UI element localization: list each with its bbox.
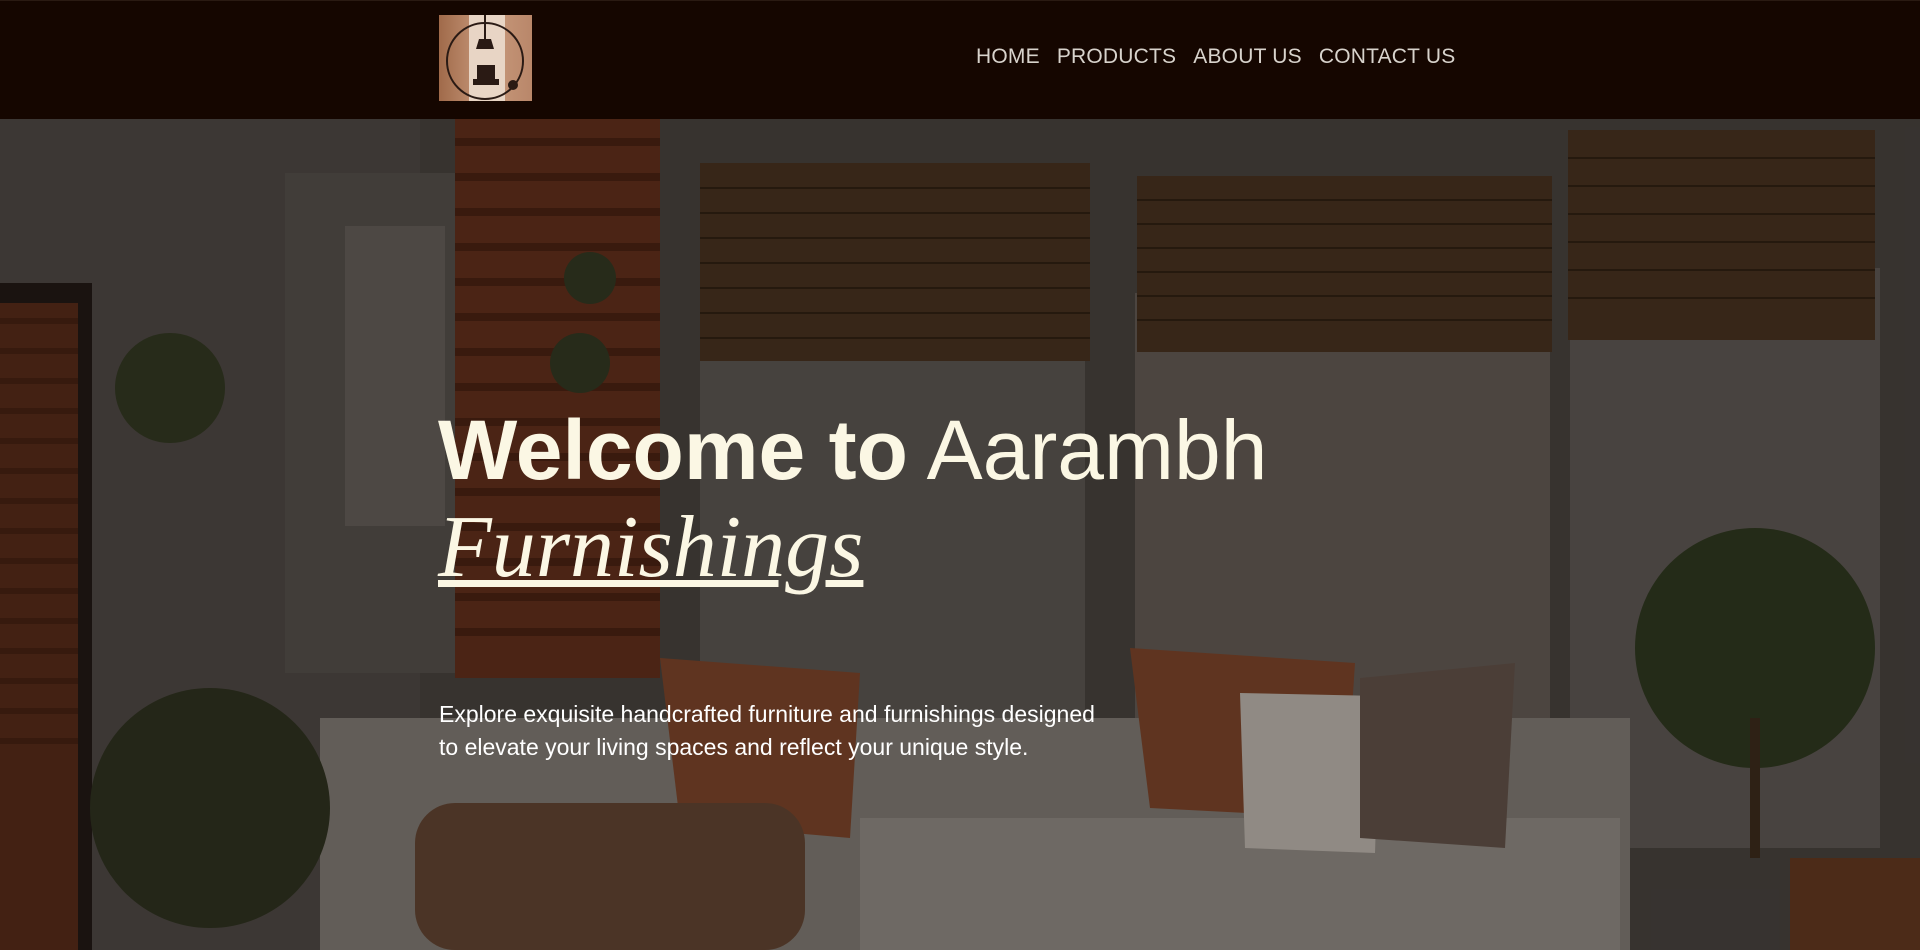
page: HOME PRODUCTS ABOUT US CONTACT US Welcom… xyxy=(0,0,1920,950)
hero-title-italic: Furnishings xyxy=(438,499,864,596)
nav-about-us-link[interactable]: ABOUT US xyxy=(1193,45,1302,69)
hero-description: Explore exquisite handcrafted furniture … xyxy=(439,698,1199,764)
hero-title-bold: Welcome to xyxy=(438,403,908,497)
hero-title-brand: Aarambh xyxy=(926,403,1268,497)
hero-description-line-1: Explore exquisite handcrafted furniture … xyxy=(439,701,1095,727)
nav-products-link[interactable]: PRODUCTS xyxy=(1057,45,1176,69)
nav-contact-us-link[interactable]: CONTACT US xyxy=(1319,45,1456,69)
hero-dark-overlay xyxy=(0,118,1920,950)
nav-home-link[interactable]: HOME xyxy=(976,45,1040,69)
logo-graphic xyxy=(446,15,524,101)
hero-section xyxy=(0,118,1920,950)
lamp-chair-logo-icon[interactable] xyxy=(439,15,532,101)
site-header: HOME PRODUCTS ABOUT US CONTACT US xyxy=(0,0,1920,119)
hero-title: Welcome to Aarambh xyxy=(438,400,1267,500)
main-nav: HOME PRODUCTS ABOUT US CONTACT US xyxy=(976,45,1455,69)
hero-description-line-2: to elevate your living spaces and reflec… xyxy=(439,734,1029,760)
